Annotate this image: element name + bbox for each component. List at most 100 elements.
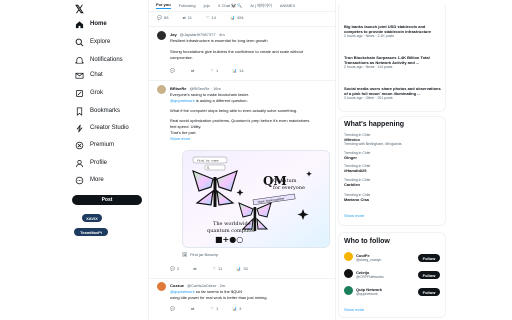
nav-grok[interactable]: Grok <box>74 86 103 100</box>
show-more-link[interactable]: Show more <box>344 307 364 312</box>
views-button[interactable]: 📊 3 <box>232 306 241 311</box>
follow-suggestion[interactable]: Quip Network @qupnetwork <box>356 287 382 296</box>
show-more-link[interactable]: Show more <box>170 136 332 142</box>
follow-button[interactable]: Follow <box>418 288 440 296</box>
x-logo-icon[interactable]: 𝕏 <box>75 3 87 16</box>
avatar[interactable] <box>344 252 353 261</box>
news-item[interactable]: Big banks launch joint USD stablecoin an… <box>344 24 442 38</box>
who-to-follow-card: Who to follow CoolFe @doing_crustyn Foll… <box>338 232 446 318</box>
tweet-media-image[interactable]: find by name Q. Think Think together QM … <box>182 150 330 248</box>
x-premium-icon <box>74 140 84 150</box>
follow-suggestion[interactable]: Celetjo @CRPFNetworks <box>356 270 384 279</box>
media-footer-icon: 🖼 <box>182 252 188 257</box>
tab-jojo[interactable]: jojo <box>204 3 210 8</box>
media-footer: 🖼 Find jar Beachp <box>182 252 218 257</box>
tweet-line: What if the computer stops being able to… <box>170 108 298 113</box>
svg-text:find by name: find by name <box>197 159 219 163</box>
trend-item[interactable]: Trending in Chile Ginger <box>344 151 370 160</box>
tab-ai[interactable]: Ai | 에이아이 <box>250 3 272 9</box>
nav-more[interactable]: More <box>74 173 104 187</box>
search-icon <box>74 37 84 47</box>
tab-following[interactable]: Following <box>179 3 196 8</box>
nav-premium[interactable]: Premium <box>74 138 114 152</box>
timeline-tabs: For you Following jojo X Chat 🐼 🔍 Ai | 에… <box>149 0 335 12</box>
nav-label-bookmarks: Bookmarks <box>90 108 121 114</box>
whats-happening-card: What's happening Trending in Chile #Mexi… <box>338 116 446 226</box>
nav-label-grok: Grok <box>90 90 104 96</box>
nav-home[interactable]: Home <box>74 17 107 31</box>
mention-link[interactable]: @qupnetwork <box>170 289 195 294</box>
show-more-link[interactable]: Show more <box>344 213 364 218</box>
repost-button[interactable]: ⇄ <box>191 306 196 311</box>
like-button[interactable]: ♡ 1 <box>210 306 218 311</box>
repost-button[interactable]: ⇄ 11 <box>182 15 192 20</box>
media-footer-text[interactable]: Find jar Beachp <box>190 252 218 257</box>
author-handle[interactable]: @CurtisJaCkerz · 2m <box>187 283 225 288</box>
section-title: Who to follow <box>344 238 390 245</box>
left-nav: 𝕏 Home Explore Notifications Chat Grok B… <box>68 0 148 320</box>
nav-creator-studio[interactable]: Creator Studio <box>74 121 129 135</box>
svg-text:Q.: Q. <box>207 167 211 170</box>
tweet-text: Everyone's racing to make blockchain fas… <box>170 92 332 142</box>
like-button[interactable]: ♡ 14 <box>206 15 216 20</box>
news-item[interactable]: Social media users share photos and obse… <box>344 86 442 100</box>
author-handle[interactable]: @RiSeoRe · 16m <box>189 86 220 91</box>
trend-item[interactable]: Trending in Chile #Mexico Trending with … <box>344 133 402 146</box>
svg-text:The worldwide: The worldwide <box>213 221 251 227</box>
views-button[interactable]: 📊 14 <box>232 68 243 73</box>
trend-item[interactable]: Trending in Chile Carbilen <box>344 178 370 187</box>
news-card: Big banks launch joint USD stablecoin an… <box>338 2 446 112</box>
avatar[interactable] <box>344 286 353 295</box>
news-meta: 3 hours ago · Other · 201 posts <box>344 96 393 100</box>
views-button[interactable]: 📊 33 <box>236 266 247 271</box>
avatar[interactable] <box>157 85 166 94</box>
reply-button[interactable]: 💬 <box>170 68 177 73</box>
nav-label-premium: Premium <box>90 142 115 148</box>
like-button[interactable]: ♡ 11 <box>213 266 223 271</box>
author-name[interactable]: Cozzue <box>170 283 184 288</box>
nav-profile[interactable]: Profile <box>74 156 107 170</box>
follow-button[interactable]: Follow <box>418 254 440 262</box>
reply-button[interactable]: 💬 <box>170 306 177 311</box>
tab-x-chat[interactable]: X Chat 🐼 🔍 <box>218 3 242 8</box>
follow-suggestion[interactable]: CoolFe @doing_crustyn <box>356 253 381 262</box>
repost-button[interactable]: ⇄ <box>193 266 198 271</box>
mention-link[interactable]: @qupnetwork <box>170 98 195 103</box>
avatar[interactable] <box>157 282 166 291</box>
author-name[interactable]: BRiseRe <box>170 86 186 91</box>
repost-button[interactable]: ⇄ <box>191 68 196 73</box>
like-button[interactable]: ♡ 1 <box>210 68 218 73</box>
svg-text:quantum computer: quantum computer <box>207 228 256 234</box>
more-circle-icon <box>74 175 84 185</box>
divider <box>149 80 335 81</box>
news-item[interactable]: Tron Blockchain Surpasses 1.4K Billion T… <box>344 55 442 69</box>
avatar[interactable] <box>157 31 166 40</box>
nav-explore[interactable]: Explore <box>74 35 110 49</box>
nav-label-more: More <box>90 177 104 183</box>
section-title: What's happening <box>344 121 404 128</box>
trend-item[interactable]: Trending in Chile Mariano Cisa <box>344 193 370 202</box>
reply-button[interactable]: 💬 65 <box>157 15 168 20</box>
tab-for-you[interactable]: For you <box>156 2 171 9</box>
follow-button[interactable]: Follow <box>418 271 440 279</box>
trend-item[interactable]: Trending in Chile #Hamdidi25 <box>344 164 370 173</box>
divider <box>149 278 335 279</box>
views-button[interactable]: 📊 454 <box>230 15 244 20</box>
app-root: 𝕏 Home Explore Notifications Chat Grok B… <box>0 0 512 320</box>
post-button[interactable]: Post <box>72 195 142 205</box>
bookmark-icon <box>74 106 84 116</box>
lightning-icon <box>74 123 84 133</box>
nav-chat[interactable]: Chat <box>74 68 103 82</box>
author-name[interactable]: Jay <box>170 32 177 37</box>
nav-label-creator-studio: Creator Studio <box>90 125 129 131</box>
nav-notifications[interactable]: Notifications <box>74 53 123 67</box>
tweet-text: @qupnetwork so far seems to the $QUN usi… <box>170 289 332 301</box>
author-handle[interactable]: @Jaystarf97987377 · 4m <box>180 32 225 37</box>
nav-bookmarks[interactable]: Bookmarks <box>74 104 120 118</box>
account-pill-xavix[interactable]: XAVIX <box>82 214 102 222</box>
tab-animex[interactable]: ANIMEX <box>280 3 295 8</box>
avatar[interactable] <box>344 269 353 278</box>
reply-button[interactable]: 💬 2 <box>170 266 179 271</box>
account-pill-teammaxpi[interactable]: TeamMaxPi <box>74 228 108 236</box>
nav-label-profile: Profile <box>90 160 108 166</box>
